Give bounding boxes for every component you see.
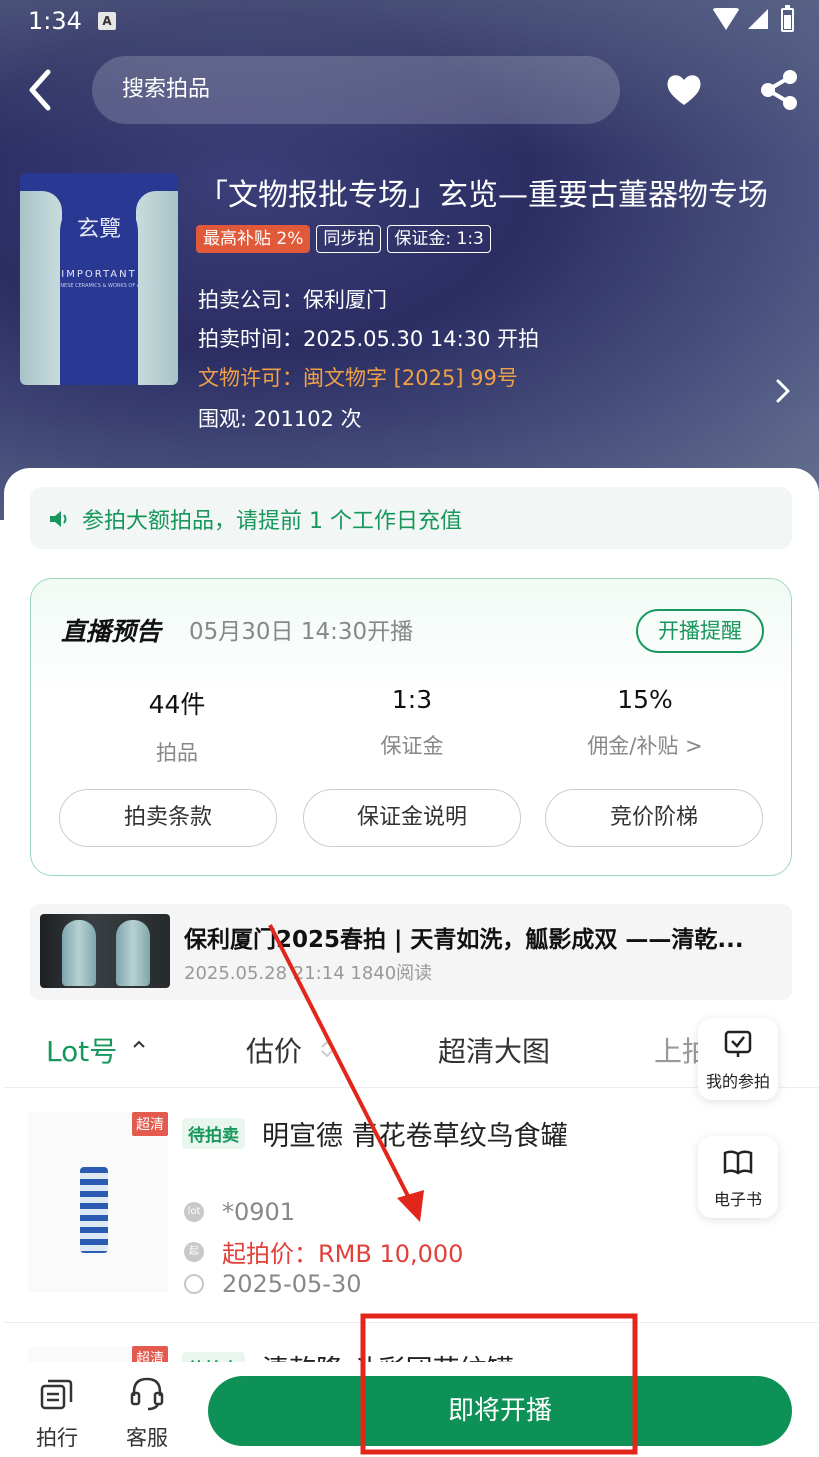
notice-bar: 参拍大额拍品，请提前 1 个工作日充值 [30,487,792,549]
share-button[interactable] [758,68,800,112]
auction-tags: 最高补贴 2% 同步拍 保证金: 1:3 [196,225,491,253]
subsidy-tag: 最高补贴 2% [196,225,311,253]
search-input[interactable]: 搜索拍品 [92,56,620,124]
bids-icon [724,1030,752,1057]
lot-image: 超清 [28,1112,168,1292]
divider [4,1322,819,1323]
stat-deposit-value: 1:3 [391,685,433,714]
article-meta: 2025.05.28 21:14 1840阅读 [184,963,433,984]
favorite-button[interactable] [664,70,704,110]
status-time: 1:34 [28,7,82,35]
status-bar: 1:34 A [0,0,819,44]
live-soon-button[interactable]: 即将开播 [208,1376,792,1446]
ebook-label: 电子书 [713,1190,762,1209]
lot-jar-image [80,1167,108,1253]
thumbnail-vase-right [116,920,150,986]
headset-icon [130,1377,164,1411]
auction-title: 「文物报批专场」玄览—重要古董器物专场 [198,178,768,213]
date-row: 2025-05-30 [184,1270,361,1298]
deposit-info-button[interactable]: 保证金说明 [303,789,521,847]
start-price-row: 起 起拍价：RMB 10,000 [184,1234,463,1269]
start-price: 起拍价：RMB 10,000 [222,1240,464,1268]
sort-lot-number[interactable]: Lot号 [46,1030,117,1070]
live-title: 直播预告 [61,617,162,646]
lot-name: 明宣德 青花卷草纹鸟食罐 [262,1121,568,1152]
auction-license: 文物许可：闽文物字 [2025] 99号 [198,366,518,390]
start-price-icon: 起 [184,1241,204,1262]
lot-date: 2025-05-30 [222,1270,362,1298]
article-card[interactable]: 保利厦门2025春拍 | 天青如洗，觚影成双 ——清乾... 2025.05.2… [30,904,792,1000]
battery-icon [781,5,794,32]
sort-estimate[interactable]: 估价 [246,1030,302,1070]
hd-image-toggle[interactable]: 超清大图 [438,1030,550,1070]
poster-subtitle: IMPORTANT [61,269,137,280]
hd-badge: 超清 [132,1112,168,1136]
cellular-icon [748,9,768,29]
sort-toggle-icon [133,1040,145,1058]
stat-lots: 44件 拍品 [67,685,287,767]
auction-time: 拍卖时间：2025.05.30 14:30 开拍 [198,327,540,351]
chevron-right-icon [776,379,790,403]
stat-lots-label: 拍品 [156,741,198,765]
sort-estimate-icon [321,1040,333,1058]
lot-status-badge: 待拍卖 [182,1118,245,1149]
poster-title: 玄覽 [76,217,121,242]
poster-line: CHINESE CERAMICS & WORKS OF ART [51,283,147,289]
live-remind-button[interactable]: 开播提醒 [636,609,764,653]
stat-commission[interactable]: 15% 佣金/补贴 > [535,685,755,760]
sort-bar: Lot号 估价 超清大图 上拍 [4,1018,819,1088]
auction-detail-button[interactable] [770,376,794,406]
lot-item[interactable]: 超清 待拍卖 明宣德 青花卷草纹鸟食罐 lot *0901 起 起拍价：RMB … [4,1112,819,1302]
notification-icon: A [98,12,116,30]
customer-service-label: 客服 [126,1426,168,1450]
stat-deposit-label: 保证金 [380,734,444,758]
lot-number: *0901 [222,1198,296,1226]
sort-listing[interactable]: 上拍 [654,1030,702,1070]
sync-tag: 同步拍 [316,225,382,253]
auction-house-icon [40,1379,73,1410]
stat-commission-value: 15% [617,685,673,714]
auction-terms-button[interactable]: 拍卖条款 [59,789,277,847]
book-icon [723,1150,753,1175]
stat-commission-label: 佣金/补贴 > [587,734,703,758]
bid-increment-button[interactable]: 竞价阶梯 [545,789,763,847]
back-button[interactable] [22,66,62,114]
my-bids-button[interactable]: 我的参拍 [698,1018,778,1100]
customer-service-tab[interactable]: 客服 [112,1374,182,1452]
heart-icon [667,75,701,105]
article-thumbnail [40,914,170,988]
article-title: 保利厦门2025春拍 | 天青如洗，觚影成双 ——清乾... [184,927,744,953]
chevron-left-icon [29,69,51,111]
wifi-icon [712,8,740,30]
lot-number-row: lot *0901 [184,1198,295,1226]
live-time: 05月30日 14:30开播 [189,619,414,645]
deposit-tag: 保证金: 1:3 [387,225,491,253]
notice-text: 参拍大额拍品，请提前 1 个工作日充值 [82,509,462,534]
bottom-bar: 拍行 客服 即将开播 [0,1362,819,1457]
lot-icon: lot [184,1202,204,1222]
auction-poster[interactable]: 玄覽 IMPORTANT CHINESE CERAMICS & WORKS OF… [20,173,178,385]
thumbnail-vase-left [62,920,96,986]
my-bids-label: 我的参拍 [705,1072,770,1091]
auction-views: 围观: 201102 次 [198,407,362,431]
stat-deposit: 1:3 保证金 [302,685,522,760]
auction-company: 拍卖公司：保利厦门 [198,288,387,312]
auction-house-tab[interactable]: 拍行 [22,1374,92,1452]
stat-lots-value: 44件 [148,690,206,719]
auction-house-label: 拍行 [36,1426,78,1450]
ebook-button[interactable]: 电子书 [698,1136,778,1218]
live-preview-card: 直播预告 05月30日 14:30开播 开播提醒 44件 拍品 1:3 保证金 … [30,578,792,876]
clock-icon [184,1274,204,1294]
share-icon [761,70,797,110]
speaker-icon [50,511,67,527]
